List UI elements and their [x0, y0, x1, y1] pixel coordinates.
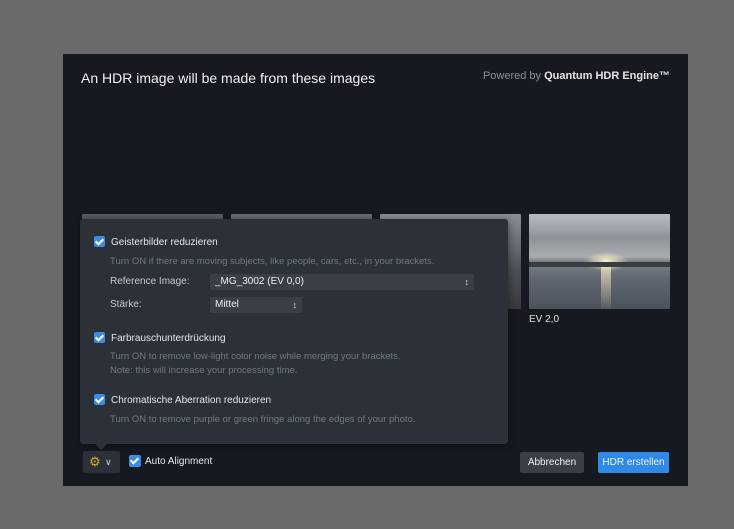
- noise-reduction-note: Note: this will increase your processing…: [110, 365, 298, 376]
- chevron-down-icon: ∨: [105, 457, 112, 467]
- up-down-chevron-icon: ↕: [292, 300, 298, 310]
- ghost-reduction-label: Geisterbilder reduzieren: [111, 237, 218, 248]
- shoreline: [529, 262, 670, 267]
- hdr-dialog: An HDR image will be made from these ima…: [63, 54, 688, 486]
- auto-alignment-checkbox[interactable]: [129, 455, 141, 467]
- sun-glint: [601, 267, 611, 309]
- strength-value: Mittel: [215, 299, 239, 310]
- create-hdr-button[interactable]: HDR erstellen: [598, 452, 669, 473]
- popup-pointer: [95, 444, 107, 450]
- thumbnail-image-4[interactable]: [529, 214, 670, 309]
- chromatic-aberration-label: Chromatische Aberration reduzieren: [111, 395, 272, 406]
- noise-reduction-hint: Turn ON to remove low-light color noise …: [110, 351, 401, 362]
- settings-popup: Geisterbilder reduzieren Turn ON if ther…: [80, 219, 508, 450]
- dialog-title: An HDR image will be made from these ima…: [81, 70, 376, 86]
- reference-image-label: Reference Image:: [110, 276, 190, 287]
- engine-brand: Quantum HDR Engine™: [544, 70, 670, 82]
- up-down-chevron-icon: ↕: [464, 277, 470, 287]
- cancel-button[interactable]: Abbrechen: [520, 452, 584, 473]
- ghost-reduction-checkbox[interactable]: [94, 236, 105, 247]
- noise-reduction-checkbox[interactable]: [94, 332, 105, 343]
- powered-by-prefix: Powered by: [482, 70, 542, 82]
- strength-select[interactable]: Mittel ↕: [210, 297, 302, 313]
- reference-image-select[interactable]: _MG_3002 (EV 0,0) ↕: [210, 274, 474, 290]
- auto-alignment-label: Auto Alignment: [145, 456, 213, 467]
- settings-gear-button[interactable]: ⚙ ∨: [83, 451, 120, 473]
- ghost-reduction-hint: Turn ON if there are moving subjects, li…: [110, 256, 435, 267]
- chromatic-aberration-checkbox[interactable]: [94, 394, 105, 405]
- gear-icon: ⚙: [89, 454, 101, 469]
- strength-label: Stärke:: [110, 299, 142, 310]
- noise-reduction-label: Farbrauschunterdrückung: [111, 333, 226, 344]
- reference-image-value: _MG_3002 (EV 0,0): [215, 276, 304, 287]
- thumbnail-ev-label: EV 2,0: [529, 314, 560, 325]
- chromatic-aberration-hint: Turn ON to remove purple or green fringe…: [110, 414, 416, 425]
- powered-by: Powered by Quantum HDR Engine™: [483, 70, 670, 82]
